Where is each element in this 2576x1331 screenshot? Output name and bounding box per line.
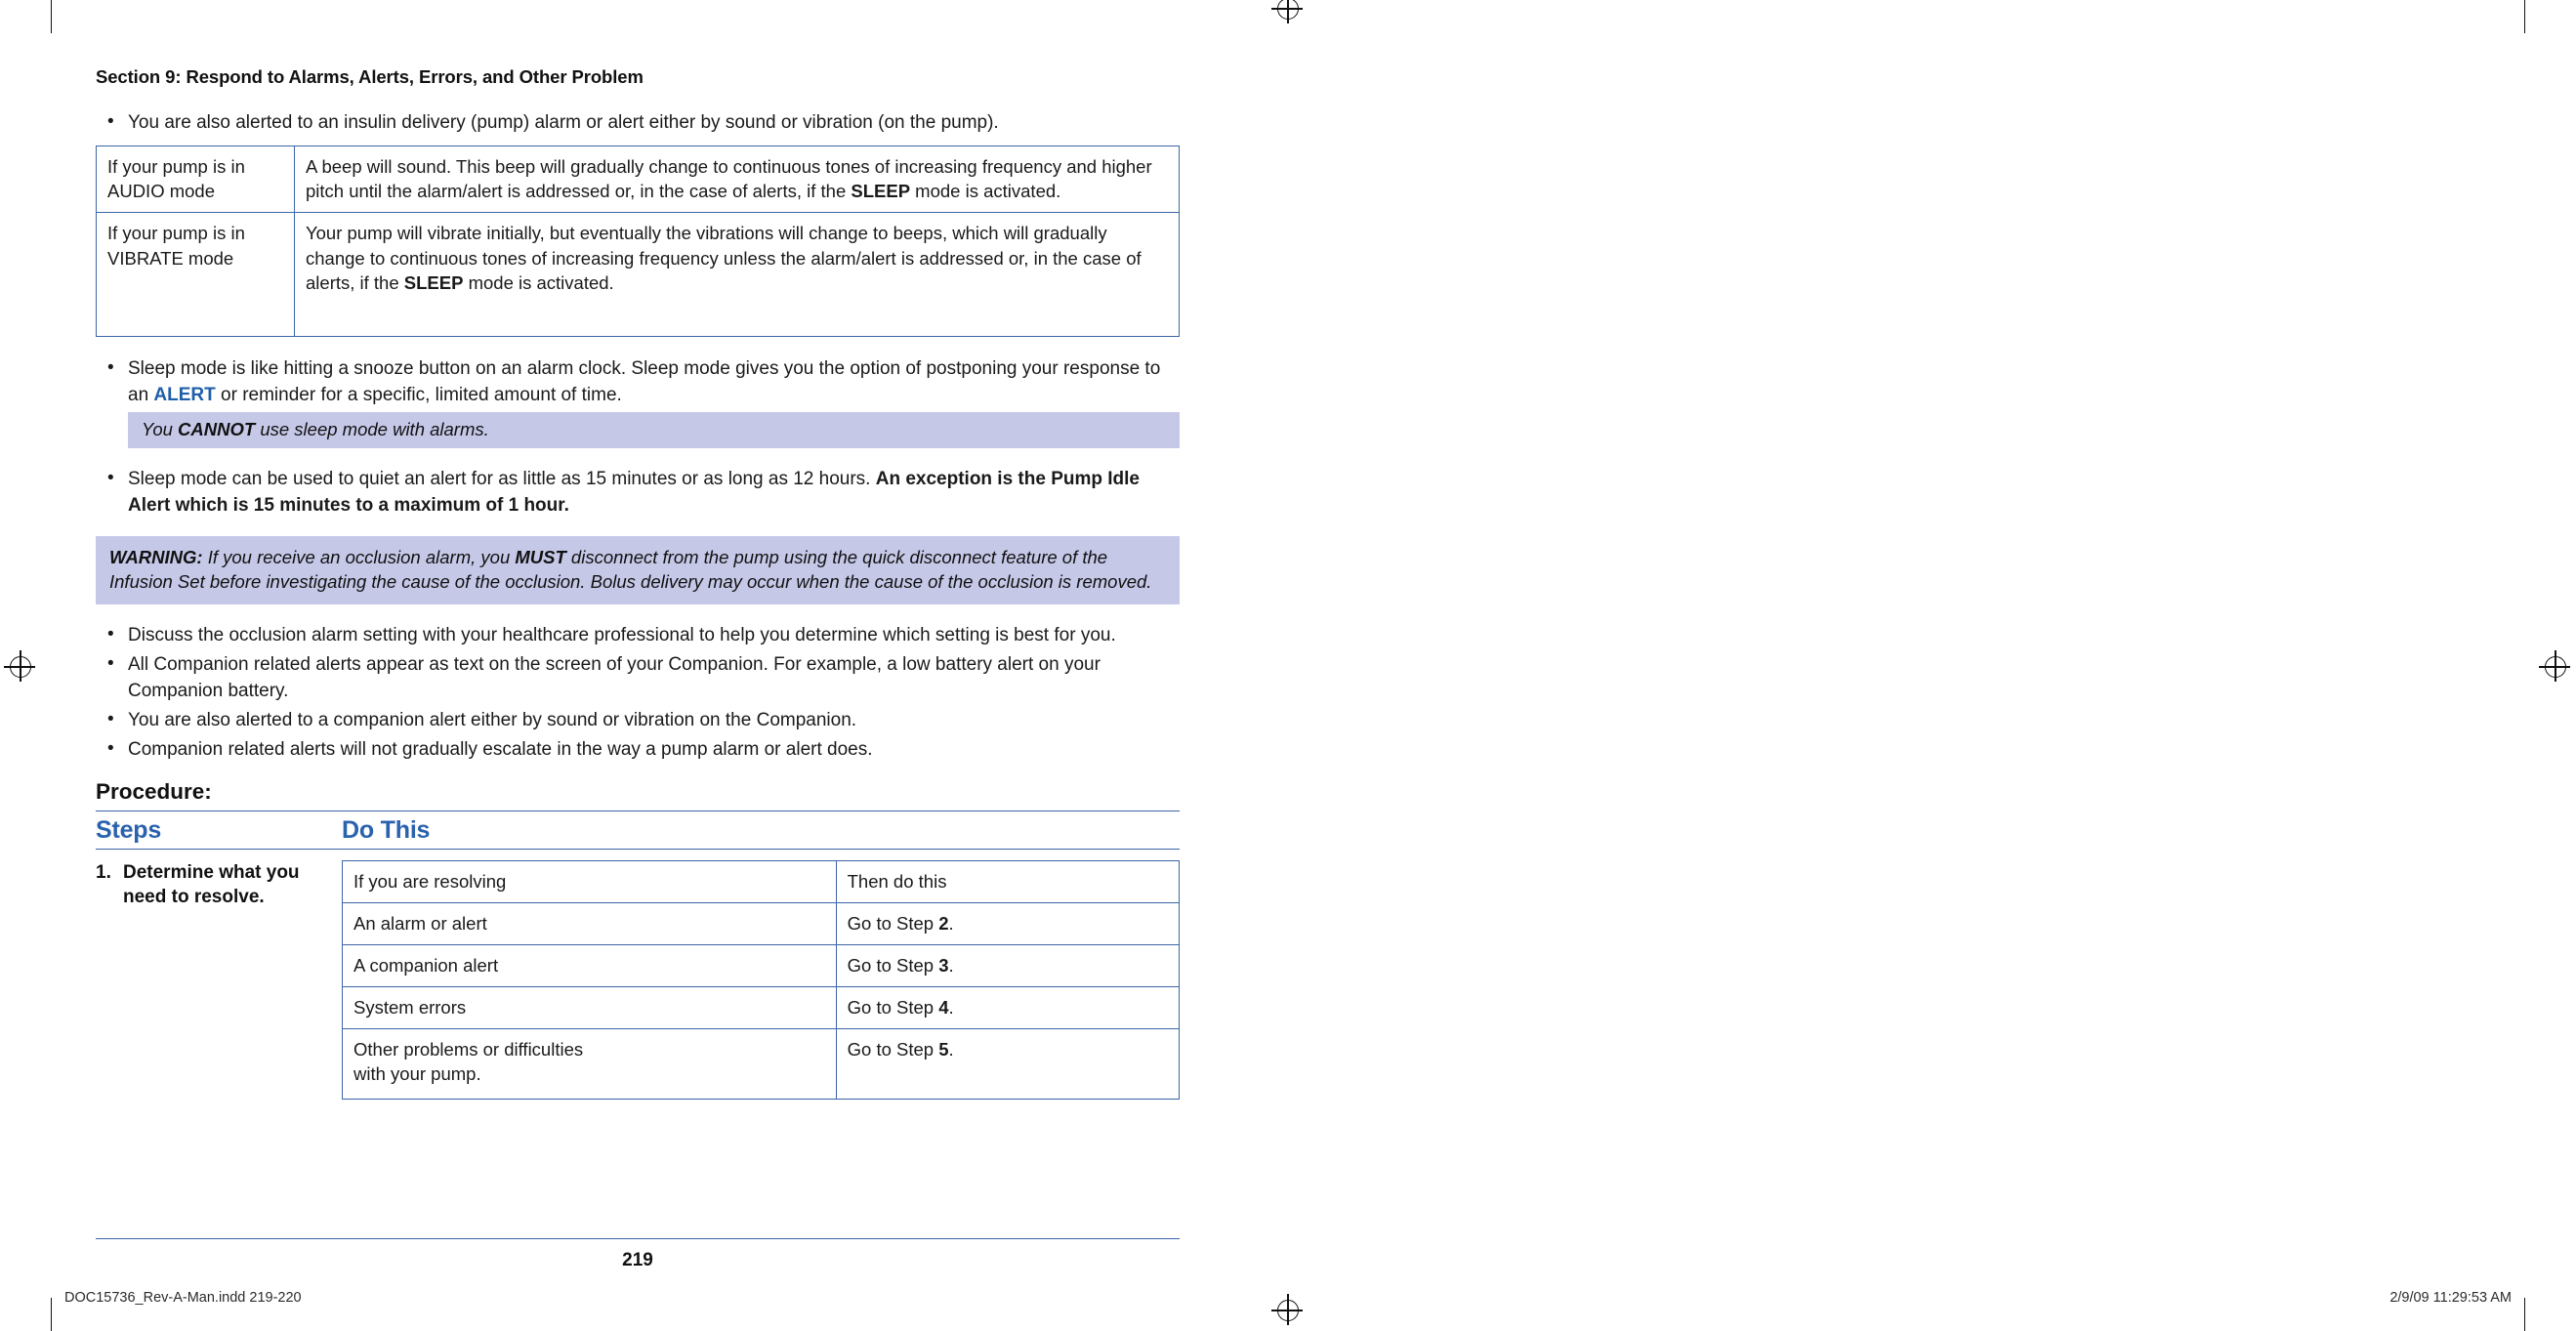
resolve-header-if: If you are resolving xyxy=(342,859,837,903)
list-item: You are also alerted to an insulin deliv… xyxy=(96,109,1180,137)
left-footer-rule xyxy=(96,1238,1180,1239)
step-1-label: 1. Determine what you need to resolve. xyxy=(96,860,342,1100)
mode-condition-vibrate: If your pump is in VIBRATE mode xyxy=(96,212,295,337)
list-item: Discuss the occlusion alarm setting with… xyxy=(96,622,1180,649)
table-row: Other problems or difficulties with your … xyxy=(342,1028,1181,1100)
left-running-head: Section 9: Respond to Alarms, Alerts, Er… xyxy=(96,66,644,87)
left-folio: 219 xyxy=(622,1250,653,1270)
list-item: Sleep mode can be used to quiet an alert… xyxy=(96,466,1180,520)
step-1-row: 1. Determine what you need to resolve. I… xyxy=(96,850,1181,1100)
resolve-row-companion-alert: A companion alert xyxy=(342,943,837,988)
resolve-type-table: If you are resolving Then do this An ala… xyxy=(342,859,1181,1100)
list-item: Sleep mode is like hitting a snooze butt… xyxy=(96,355,1180,409)
list-item: All Companion related alerts appear as t… xyxy=(96,651,1180,705)
header-col-do-this: Do This xyxy=(342,815,431,844)
sleep-mode-bullets: Sleep mode is like hitting a snooze butt… xyxy=(96,355,1180,409)
document-spread: Section 9: Respond to Alarms, Alerts, Er… xyxy=(0,0,2576,1331)
cannot-use-sleep-note: You CANNOT use sleep mode with alarms. xyxy=(128,411,1180,448)
left-intro-bullets: You are also alerted to an insulin deliv… xyxy=(96,109,1180,137)
procedure-heading: Procedure: xyxy=(96,778,212,804)
step-1-do-this: If you are resolving Then do this An ala… xyxy=(342,859,1181,1100)
left-steps-table-header: Steps Do This xyxy=(96,810,1180,850)
after-warning-bullets: Discuss the occlusion alarm setting with… xyxy=(96,622,1180,764)
mode-description-vibrate: Your pump will vibrate initially, but ev… xyxy=(294,212,1180,337)
resolve-goto-step-4: Go to Step 4. xyxy=(835,986,1181,1030)
left-page: Section 9: Respond to Alarms, Alerts, Er… xyxy=(0,0,1288,1331)
resolve-goto-step-5: Go to Step 5. xyxy=(835,1028,1181,1100)
resolve-row-alarm-alert: An alarm or alert xyxy=(342,901,837,945)
resolve-goto-step-3: Go to Step 3. xyxy=(835,943,1181,988)
header-col-steps: Steps xyxy=(96,815,162,844)
imprint-right: 2/9/09 11:29:53 AM xyxy=(2389,1290,2512,1306)
pump-mode-table: If your pump is in AUDIO mode A beep wil… xyxy=(96,146,1180,337)
table-row: If you are resolving Then do this xyxy=(342,859,1181,903)
table-row: If your pump is in VIBRATE mode Your pum… xyxy=(96,212,1180,337)
left-page-content: Section 9: Respond to Alarms, Alerts, Er… xyxy=(96,66,1181,1270)
resolve-row-system-errors: System errors xyxy=(342,986,837,1030)
table-row: A companion alert Go to Step 3. xyxy=(342,943,1181,988)
step-1-text: Determine what you need to resolve. xyxy=(123,861,300,908)
resolve-goto-step-2: Go to Step 2. xyxy=(835,901,1181,945)
imprint-left: DOC15736_Rev-A-Man.indd 219-220 xyxy=(64,1290,302,1306)
resolve-row-other-problems: Other problems or difficulties with your … xyxy=(342,1028,837,1100)
list-item: You are also alerted to a companion aler… xyxy=(96,707,1180,734)
right-page: Section 9: Respond to Alarms, Alerts, Er… xyxy=(1288,0,2576,1331)
list-item: Companion related alerts will not gradua… xyxy=(96,736,1180,764)
resolve-header-then: Then do this xyxy=(835,859,1181,903)
mode-description-audio: A beep will sound. This beep will gradua… xyxy=(294,146,1180,214)
alert-term: ALERT xyxy=(153,384,216,405)
step-1-number: 1. xyxy=(96,861,111,883)
mode-condition-audio: If your pump is in AUDIO mode xyxy=(96,146,295,214)
table-row: System errors Go to Step 4. xyxy=(342,986,1181,1030)
occlusion-warning: WARNING: If you receive an occlusion ala… xyxy=(96,535,1180,604)
table-row: An alarm or alert Go to Step 2. xyxy=(342,901,1181,945)
table-row: If your pump is in AUDIO mode A beep wil… xyxy=(96,146,1180,214)
quiet-alert-bullets: Sleep mode can be used to quiet an alert… xyxy=(96,466,1180,520)
